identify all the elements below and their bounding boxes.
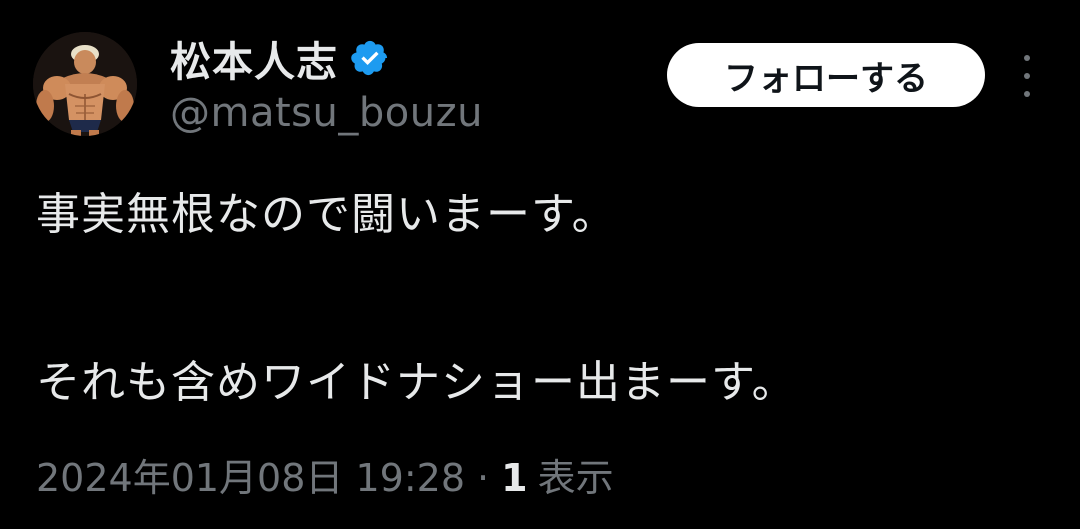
display-name[interactable]: 松本人志 <box>170 28 338 88</box>
dot <box>1024 73 1030 79</box>
dot <box>1024 91 1030 97</box>
timestamp[interactable]: 2024年01月08日 19:28 <box>36 447 465 502</box>
tweet-text-line: 事実無根なので闘いまーす。 <box>36 189 617 240</box>
tweet-card: 松本人志 @matsu_bouzu フォローする 事実無根なので闘いまーす。 そ… <box>0 0 1080 529</box>
tweet-text-line: それも含めワイドナショー出まーす。 <box>36 357 797 408</box>
views-count: 1 <box>501 456 528 500</box>
follow-button[interactable]: フォローする <box>667 43 985 107</box>
avatar-image <box>33 32 137 136</box>
verified-badge-icon[interactable] <box>350 38 390 78</box>
tweet-meta: 2024年01月08日 19:28 · 1 表示 <box>36 447 614 502</box>
author-name-row[interactable]: 松本人志 <box>170 30 390 86</box>
separator: · <box>477 456 490 500</box>
avatar[interactable] <box>33 32 137 136</box>
dot <box>1024 55 1030 61</box>
more-options-icon[interactable] <box>1013 55 1041 97</box>
author-handle[interactable]: @matsu_bouzu <box>170 90 483 136</box>
views-label: 表示 <box>537 456 614 500</box>
